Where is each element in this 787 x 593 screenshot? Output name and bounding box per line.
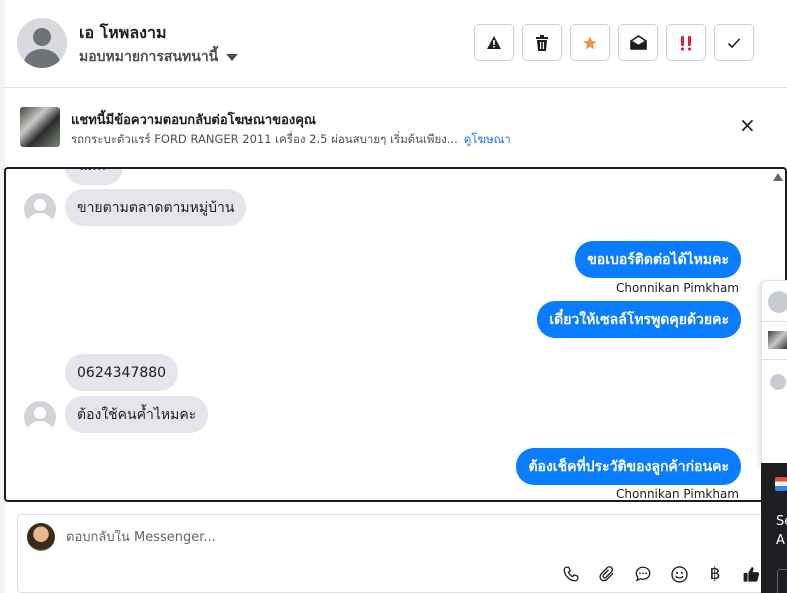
done-button[interactable] — [714, 24, 754, 61]
check-icon — [727, 37, 741, 48]
notification-text: Se — [776, 514, 787, 529]
ad-banner-title: แชทนี้มีข้อความตอบกลับต่อโฆษณาของคุณ — [71, 113, 316, 128]
caret-down-icon — [226, 53, 239, 61]
ad-thumbnail — [768, 331, 787, 349]
close-icon[interactable]: × — [739, 115, 756, 135]
ad-description: รถกระบะตัวแรร์ FORD RANGER 2011 เครื่อง … — [71, 131, 511, 149]
contact-avatar-small — [24, 401, 56, 433]
sender-name: Chonnikan Pimkham — [616, 281, 739, 295]
contact-avatar[interactable] — [17, 18, 67, 68]
saved-replies-icon[interactable] — [631, 562, 655, 586]
contact-avatar-small — [768, 291, 787, 313]
message-bubble-outgoing: ขอเบอร์ติดต่อได้ไหมคะ — [575, 241, 741, 278]
notification-panel[interactable]: Se A — [761, 463, 787, 593]
divider — [762, 321, 787, 322]
view-ad-link[interactable]: ดูโฆษณา — [464, 132, 511, 146]
message-bubble-outgoing: ต้องเช็คที่ประวัติของลูกค้าก่อนคะ — [516, 448, 741, 485]
ad-reply-banner: แชทนี้มีข้อความตอบกลับต่อโฆษณาของคุณ รถก… — [5, 89, 787, 165]
message-bubble-incoming: ขายตามตลาดตามหมู่บ้าน — [65, 189, 247, 226]
envelope-open-icon — [629, 35, 647, 50]
delete-button[interactable] — [522, 24, 562, 61]
assign-conversation-dropdown[interactable]: มอบหมายการสนทนานี้ — [79, 46, 239, 68]
conversation-header: เอ โหพลงาม มอบหมายการสนทนานี้ — [5, 0, 787, 88]
contact-name[interactable]: เอ โหพลงาม — [79, 21, 166, 46]
star-button[interactable] — [570, 24, 610, 61]
message-bubble-incoming: ไม่ค่ะ — [65, 169, 123, 185]
mark-unread-button[interactable] — [618, 24, 658, 61]
scroll-up-arrow-icon[interactable] — [773, 173, 783, 181]
side-chat-panel[interactable] — [761, 280, 787, 463]
message-bubble-incoming: ต้องใช้คนค้ำไหมคะ — [65, 396, 209, 433]
baht-icon[interactable]: ฿ — [703, 562, 727, 586]
notification-button[interactable] — [777, 569, 787, 593]
warning-icon — [487, 36, 501, 49]
reply-input[interactable] — [66, 530, 666, 545]
double-exclamation-icon — [681, 35, 691, 50]
ad-description-text: รถกระบะตัวแรร์ FORD RANGER 2011 เครื่อง … — [71, 132, 458, 146]
important-button[interactable] — [666, 24, 706, 61]
phone-icon[interactable] — [559, 562, 583, 586]
contact-avatar-small — [24, 193, 56, 225]
reply-composer: ฿ — [17, 514, 787, 593]
emoji-icon[interactable] — [667, 562, 691, 586]
notification-subtext: A — [776, 533, 785, 548]
page-avatar — [27, 523, 55, 551]
warning-button[interactable] — [474, 24, 514, 61]
message-bubble-incoming: 0624347880 — [65, 354, 179, 391]
thumbs-up-icon[interactable] — [739, 562, 763, 586]
message-bubble-outgoing: เดี๋ยวให้เซลล์โทรพูดคุยด้วยคะ — [537, 301, 741, 338]
sender-name: Chonnikan Pimkham — [616, 487, 739, 501]
app-icon — [775, 477, 787, 491]
star-icon — [583, 35, 597, 49]
paperclip-icon[interactable] — [595, 562, 619, 586]
assign-label: มอบหมายการสนทนานี้ — [79, 49, 219, 65]
contact-avatar-small — [770, 374, 786, 390]
message-thread[interactable]: ไม่ค่ะ ขายตามตลาดตามหมู่บ้าน ขอเบอร์ติดต… — [4, 167, 787, 502]
trash-icon — [536, 34, 548, 51]
ad-thumbnail[interactable] — [20, 107, 60, 147]
divider — [762, 359, 787, 360]
